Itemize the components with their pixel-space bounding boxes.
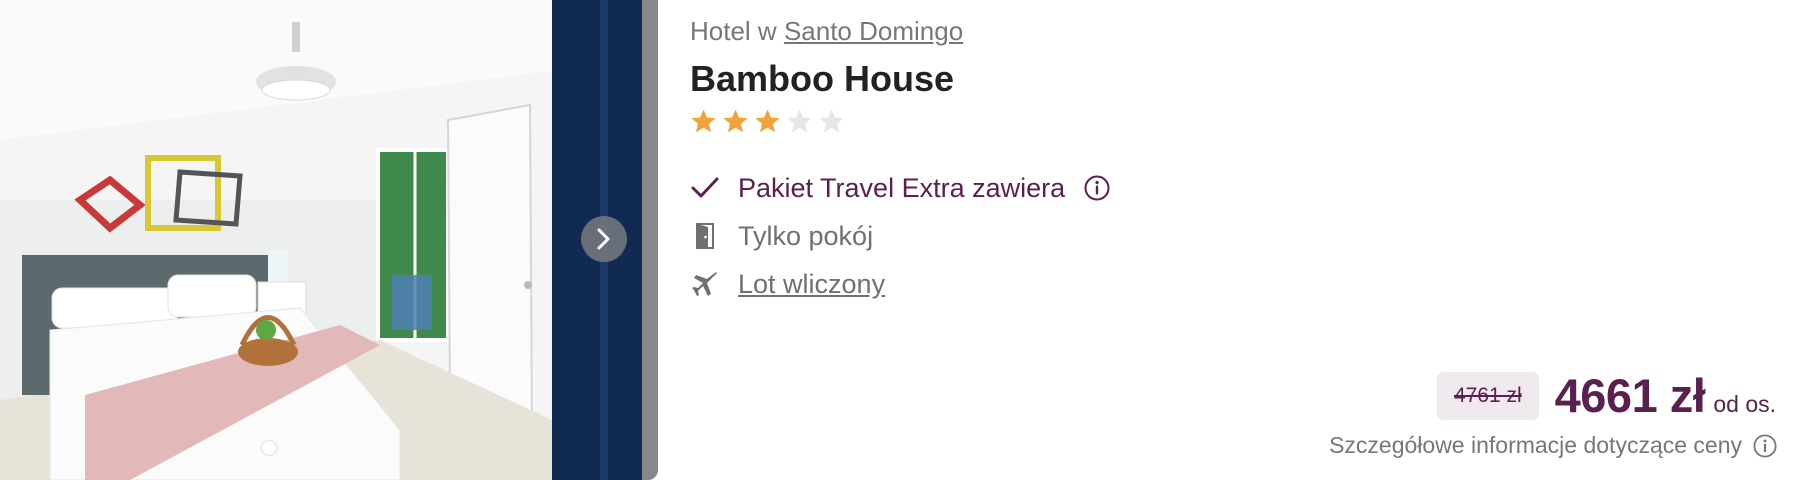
- gallery-dot-3[interactable]: [312, 442, 324, 454]
- price-details-link[interactable]: Szczegółowe informacje dotyczące ceny: [1329, 432, 1778, 459]
- gallery-dot-5[interactable]: [360, 442, 372, 454]
- feature-package-label: Pakiet Travel Extra zawiera: [738, 172, 1066, 203]
- feature-flight: Lot wliczony: [690, 266, 885, 302]
- flight-included-link[interactable]: Lot wliczony: [738, 269, 885, 300]
- star-icon: [691, 109, 716, 133]
- star-rating: [690, 108, 845, 135]
- hotel-photo[interactable]: [0, 0, 658, 480]
- feature-board: Tylko pokój: [690, 218, 873, 254]
- gallery-next-button[interactable]: [581, 216, 627, 262]
- old-price: 4761 zł: [1436, 371, 1539, 420]
- hotel-name: Bamboo House: [690, 58, 955, 99]
- chevron-right-icon: [597, 228, 610, 250]
- price-info-icon[interactable]: [1752, 433, 1778, 459]
- package-info-icon[interactable]: [1083, 174, 1111, 202]
- price-row: 4761 zł 4661 zł od os.: [1436, 368, 1776, 423]
- hotel-info: Hotel w Santo Domingo Bamboo House Pakie…: [690, 0, 1790, 480]
- star-icon: [787, 109, 812, 133]
- location-city-link[interactable]: Santo Domingo: [784, 16, 963, 46]
- hotel-location: Hotel w Santo Domingo: [690, 16, 963, 47]
- gallery-dot-2[interactable]: [288, 442, 300, 454]
- gallery-dot-1[interactable]: [262, 441, 276, 455]
- location-prefix: Hotel w: [690, 16, 777, 46]
- door-icon: [690, 221, 720, 251]
- hotel-card: Hotel w Santo Domingo Bamboo House Pakie…: [0, 0, 1820, 480]
- price-per-person: od os.: [1713, 391, 1776, 417]
- current-price: 4661 zł: [1554, 369, 1706, 422]
- check-icon: [690, 173, 720, 203]
- gallery-pagination: [262, 441, 372, 455]
- plane-icon: [690, 269, 720, 299]
- price-details-label: Szczegółowe informacje dotyczące ceny: [1329, 432, 1742, 458]
- gallery-dot-4[interactable]: [336, 442, 348, 454]
- star-icon: [819, 109, 844, 133]
- feature-board-label: Tylko pokój: [738, 220, 874, 251]
- feature-package: Pakiet Travel Extra zawiera: [690, 170, 1111, 206]
- photo-gallery[interactable]: [0, 0, 658, 480]
- star-icon: [723, 109, 748, 133]
- star-icon: [755, 109, 780, 133]
